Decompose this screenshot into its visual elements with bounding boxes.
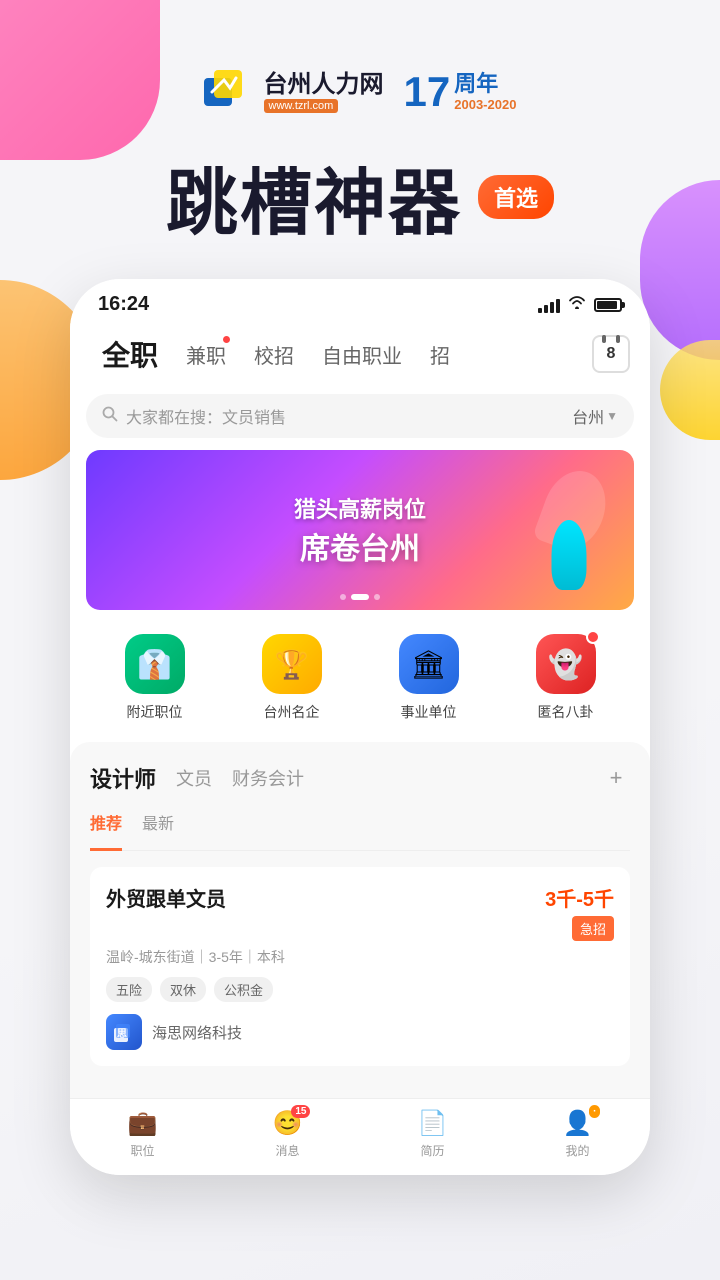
- job-tag-insurance: 五险: [106, 977, 152, 1002]
- job-cat-clerk[interactable]: 文员: [176, 765, 212, 791]
- tab-parttime[interactable]: 兼职: [174, 336, 238, 373]
- status-bar: 16:24: [70, 279, 650, 322]
- nav-jobs[interactable]: 💼 职位: [128, 1109, 158, 1159]
- messages-label: 消息: [275, 1142, 299, 1159]
- nearby-label: 附近职位: [127, 702, 183, 722]
- quick-icons: 👔 附近职位 🏆 台州名企 🏛 事业单位 👻 匿名八卦: [70, 626, 650, 742]
- job-categories: 设计师 文员 财务会计 +: [90, 762, 630, 794]
- job-tab-recommend[interactable]: 推荐: [90, 810, 122, 851]
- location-arrow-icon: ▼: [606, 409, 618, 423]
- search-placeholder: 大家都在搜：文员销售: [126, 404, 572, 428]
- logo-area: 台州人力网 www.tzrl.com 17 周年 2003-2020: [204, 70, 517, 114]
- job-title: 外贸跟单文员: [106, 883, 226, 912]
- brand-logo-icon: [204, 70, 256, 114]
- first-choice-badge: 首选: [478, 175, 554, 219]
- profile-badge: ·: [589, 1105, 600, 1118]
- gossip-icon: 👻: [536, 634, 596, 694]
- logo-text: 台州人力网 www.tzrl.com: [264, 71, 384, 114]
- status-icons: [538, 295, 622, 314]
- nav-tabs[interactable]: 全职 兼职 校招 自由职业 招 8: [70, 322, 650, 390]
- banner-line2: 席卷台州: [294, 524, 426, 568]
- tab-recruit[interactable]: 招: [418, 336, 462, 373]
- profile-label: 我的: [565, 1142, 589, 1159]
- job-tabs: 推荐 最新: [90, 810, 630, 851]
- job-cat-designer[interactable]: 设计师: [90, 762, 156, 794]
- nav-messages[interactable]: 😊 15 消息: [273, 1109, 303, 1159]
- svg-text:思: 思: [117, 1028, 127, 1040]
- profile-icon: 👤 ·: [563, 1109, 593, 1138]
- hero-title-area: 跳槽神器 首选: [166, 144, 554, 249]
- company-logo: 思: [106, 1014, 142, 1050]
- battery-icon: [594, 298, 622, 312]
- job-listing-header: 外贸跟单文员 3千-5千 急招: [106, 883, 614, 941]
- banner-line1: 猎头高薪岗位: [294, 492, 426, 524]
- bottom-nav: 💼 职位 😊 15 消息 📄 简历 👤 · 我的: [70, 1098, 650, 1175]
- logo-site-name: 台州人力网: [264, 71, 384, 100]
- job-salary: 3千-5千: [545, 883, 614, 912]
- signal-icon: [538, 297, 560, 313]
- tab-fulltime[interactable]: 全职: [90, 330, 170, 378]
- job-tag-weekend: 双休: [160, 977, 206, 1002]
- anniversary-number: 17: [404, 71, 451, 113]
- quick-icon-gossip[interactable]: 👻 匿名八卦: [536, 634, 596, 722]
- banner-dot-1: [340, 594, 346, 600]
- tab-campus[interactable]: 校招: [242, 336, 306, 373]
- resume-icon: 📄: [418, 1109, 448, 1138]
- job-info: 温岭-城东街道｜3-5年｜本科: [106, 947, 614, 967]
- job-tags: 五险 双休 公积金: [106, 977, 614, 1002]
- nav-resume[interactable]: 📄 简历: [418, 1109, 448, 1159]
- job-section: 设计师 文员 财务会计 + 推荐 最新 外贸跟单文员 3千-5千 急招: [70, 742, 650, 1098]
- quick-icon-nearby[interactable]: 👔 附近职位: [125, 634, 185, 722]
- banner[interactable]: 猎头高薪岗位 席卷台州: [86, 450, 634, 610]
- wifi-icon: [568, 295, 586, 314]
- logo-url: www.tzrl.com: [264, 99, 339, 113]
- tab-freelance[interactable]: 自由职业: [310, 336, 414, 373]
- calendar-number: 8: [607, 345, 616, 363]
- resume-label: 简历: [420, 1142, 444, 1159]
- enterprise-label: 台州名企: [264, 702, 320, 722]
- gossip-notification-dot: [586, 630, 600, 644]
- nearby-icon: 👔: [125, 634, 185, 694]
- search-icon: [102, 406, 118, 427]
- banner-text: 猎头高薪岗位 席卷台州: [294, 492, 426, 568]
- phone-wrapper: 16:24: [0, 279, 720, 1175]
- anniversary-years: 2003-2020: [454, 97, 516, 113]
- banner-dot-2: [351, 594, 369, 600]
- phone-mockup: 16:24: [70, 279, 650, 1175]
- search-location[interactable]: 台州 ▼: [572, 404, 618, 428]
- gossip-label: 匿名八卦: [538, 702, 594, 722]
- anniversary-badge: 17 周年 2003-2020: [404, 71, 517, 113]
- gossip-badge-wrapper: 👻: [536, 634, 596, 694]
- quick-icon-enterprise[interactable]: 🏆 台州名企: [262, 634, 322, 722]
- status-time: 16:24: [98, 293, 149, 316]
- jobs-label: 职位: [130, 1142, 154, 1159]
- search-bar[interactable]: 大家都在搜：文员销售 台州 ▼: [86, 394, 634, 438]
- banner-flame-decoration: [552, 520, 587, 590]
- urgent-badge: 急招: [572, 916, 614, 941]
- messages-badge: 15: [291, 1105, 310, 1118]
- job-tag-fund: 公积金: [214, 977, 273, 1002]
- tab-calendar[interactable]: 8: [592, 335, 630, 373]
- company-info: 思 海思网络科技: [106, 1014, 614, 1050]
- job-cat-finance[interactable]: 财务会计: [232, 765, 304, 791]
- anniversary-text: 周年: [454, 71, 516, 97]
- nav-profile[interactable]: 👤 · 我的: [563, 1109, 593, 1159]
- institution-icon: 🏛: [399, 634, 459, 694]
- messages-icon: 😊 15: [273, 1109, 303, 1138]
- hero-title: 跳槽神器: [166, 144, 462, 249]
- institution-label: 事业单位: [401, 702, 457, 722]
- company-name: 海思网络科技: [152, 1022, 242, 1043]
- parttime-dot: [223, 336, 230, 343]
- jobs-icon: 💼: [128, 1109, 158, 1138]
- job-listing[interactable]: 外贸跟单文员 3千-5千 急招 温岭-城东街道｜3-5年｜本科 五险 双休 公积…: [90, 867, 630, 1066]
- banner-dot-3: [374, 594, 380, 600]
- quick-icon-institution[interactable]: 🏛 事业单位: [399, 634, 459, 722]
- enterprise-icon: 🏆: [262, 634, 322, 694]
- banner-dots: [340, 594, 380, 600]
- job-cat-add-button[interactable]: +: [602, 764, 630, 792]
- job-tab-latest[interactable]: 最新: [142, 810, 174, 842]
- top-section: 台州人力网 www.tzrl.com 17 周年 2003-2020 跳槽神器 …: [0, 0, 720, 269]
